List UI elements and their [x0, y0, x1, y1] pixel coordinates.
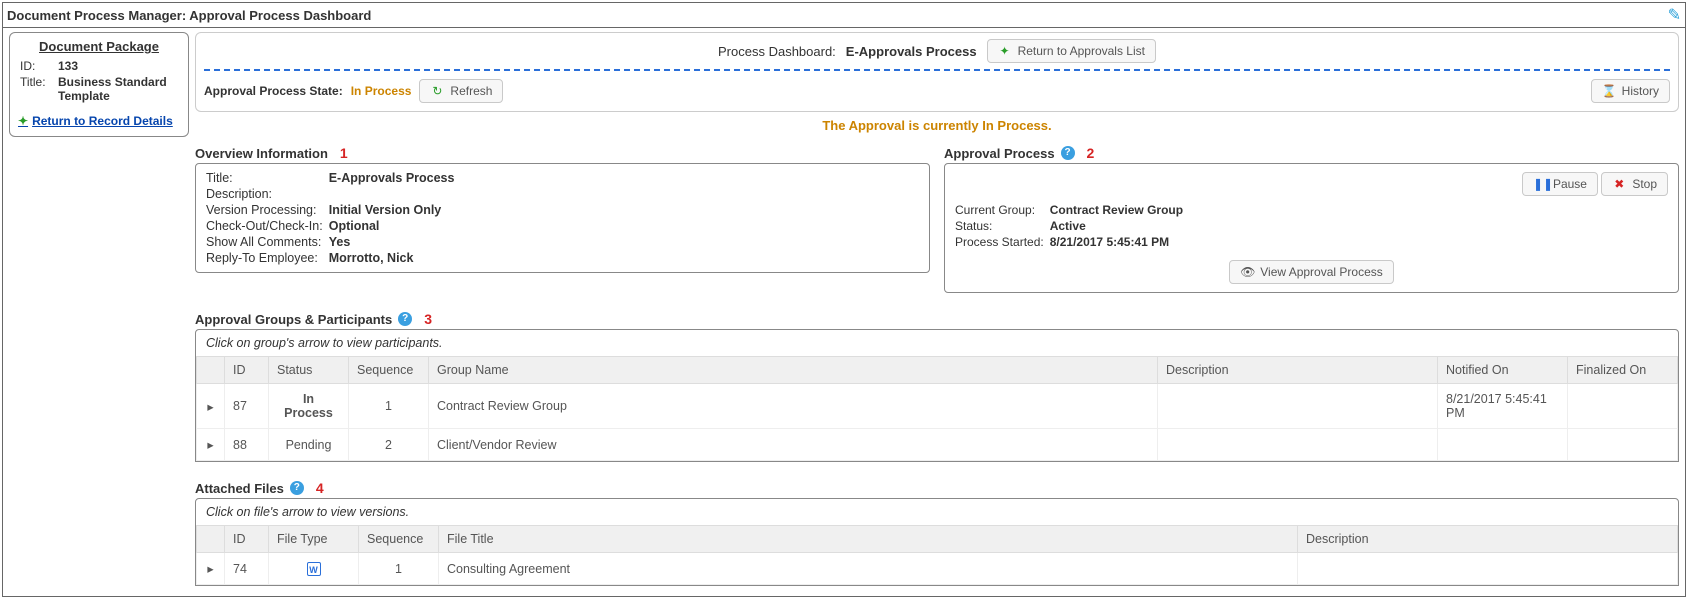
title-value: Business Standard Template — [56, 74, 180, 104]
approval-process-box: ❚❚ Pause ✖ Stop Current Group:Contract R… — [944, 163, 1679, 293]
refresh-button[interactable]: ↻ Refresh — [419, 79, 503, 103]
pause-icon: ❚❚ — [1533, 177, 1547, 191]
file-description — [1298, 553, 1678, 585]
group-finalized — [1568, 429, 1678, 461]
stop-icon: ✖ — [1612, 177, 1626, 191]
groups-heading: Approval Groups & Participants — [195, 312, 392, 327]
groups-note: Click on group's arrow to view participa… — [196, 330, 1678, 356]
group-name: Client/Vendor Review — [429, 429, 1158, 461]
expand-icon[interactable]: ▸ — [197, 429, 225, 461]
files-table: ID File Type Sequence File Title Descrip… — [196, 525, 1678, 585]
expand-icon[interactable]: ▸ — [197, 384, 225, 429]
expand-icon[interactable]: ▸ — [197, 553, 225, 585]
return-to-record-link[interactable]: ✦ Return to Record Details — [18, 114, 180, 128]
status-message: The Approval is currently In Process. — [195, 118, 1679, 133]
file-id: 74 — [225, 553, 269, 585]
return-to-approvals-button[interactable]: ✦ Return to Approvals List — [987, 39, 1156, 63]
group-id: 87 — [225, 384, 269, 429]
process-dashboard-label: Process Dashboard: — [718, 44, 836, 59]
group-notified — [1438, 429, 1568, 461]
arrow-left-green-icon: ✦ — [18, 114, 28, 128]
group-name: Contract Review Group — [429, 384, 1158, 429]
process-dashboard-name: E-Approvals Process — [846, 44, 977, 59]
files-heading: Attached Files — [195, 481, 284, 496]
files-note: Click on file's arrow to view versions. — [196, 499, 1678, 525]
group-notified: 8/21/2017 5:45:41 PM — [1438, 384, 1568, 429]
overview-box: Title:E-Approvals Process Description: V… — [195, 163, 930, 273]
history-icon: ⌛ — [1602, 84, 1616, 98]
id-label: ID: — [18, 58, 56, 74]
approval-state-label: Approval Process State: — [204, 84, 343, 98]
pause-button[interactable]: ❚❚ Pause — [1522, 172, 1598, 196]
group-sequence: 2 — [349, 429, 429, 461]
file-sequence: 1 — [359, 553, 439, 585]
group-status: Pending — [269, 429, 349, 461]
group-finalized — [1568, 384, 1678, 429]
table-row: ▸88Pending2Client/Vendor Review — [197, 429, 1678, 461]
stop-button[interactable]: ✖ Stop — [1601, 172, 1668, 196]
history-button[interactable]: ⌛ History — [1591, 79, 1670, 103]
callout-4: 4 — [316, 480, 324, 496]
edit-icon[interactable]: ✎ — [1668, 5, 1681, 25]
approval-state-value: In Process — [351, 84, 412, 98]
file-type: W — [269, 553, 359, 585]
binoculars-icon: 👁 — [1240, 265, 1254, 279]
callout-3: 3 — [424, 311, 432, 327]
view-approval-process-button[interactable]: 👁 View Approval Process — [1229, 260, 1394, 284]
table-row: ▸74 W 1Consulting Agreement — [197, 553, 1678, 585]
id-value: 133 — [56, 58, 180, 74]
document-package-panel: Document Package ID: 133 Title: Business… — [9, 32, 189, 137]
group-id: 88 — [225, 429, 269, 461]
refresh-icon: ↻ — [430, 84, 444, 98]
group-description — [1158, 384, 1438, 429]
arrow-return-icon: ✦ — [998, 44, 1012, 58]
approval-process-heading: Approval Process — [944, 146, 1055, 161]
help-icon[interactable]: ? — [1061, 146, 1075, 160]
dashboard-header: Process Dashboard: E-Approvals Process ✦… — [195, 32, 1679, 112]
page-title: Document Process Manager: Approval Proce… — [7, 8, 371, 23]
word-file-icon: W — [307, 562, 321, 576]
return-to-record-label: Return to Record Details — [32, 114, 173, 128]
callout-2: 2 — [1087, 145, 1095, 161]
overview-heading: Overview Information — [195, 146, 328, 161]
help-icon[interactable]: ? — [290, 481, 304, 495]
help-icon[interactable]: ? — [398, 312, 412, 326]
group-sequence: 1 — [349, 384, 429, 429]
title-label: Title: — [18, 74, 56, 104]
group-description — [1158, 429, 1438, 461]
callout-1: 1 — [340, 145, 348, 161]
group-status: In Process — [269, 384, 349, 429]
groups-table: ID Status Sequence Group Name Descriptio… — [196, 356, 1678, 461]
file-title: Consulting Agreement — [439, 553, 1298, 585]
document-package-heading: Document Package — [18, 39, 180, 54]
table-row: ▸87In Process1Contract Review Group 8/21/… — [197, 384, 1678, 429]
